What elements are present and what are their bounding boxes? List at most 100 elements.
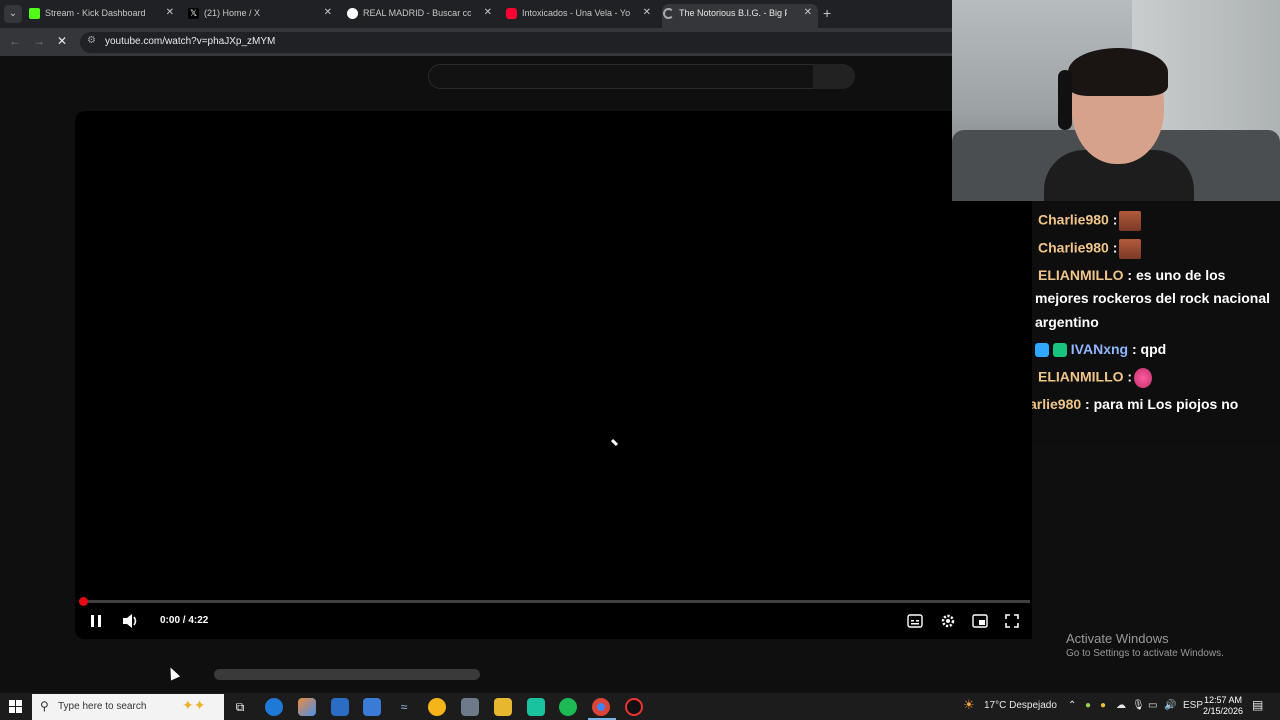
subtitles-icon[interactable] [907,614,923,628]
new-tab-button[interactable]: + [823,4,831,22]
taskbar-search-placeholder: Type here to search [58,701,147,712]
outlook-icon[interactable] [331,698,349,716]
edge-icon[interactable] [265,698,283,716]
microphone-icon[interactable]: 🎙 [1132,700,1145,711]
horizontal-scrollbar-thumb[interactable] [214,669,480,680]
chat-username: ELIANMILLO [1038,267,1124,283]
progress-bar[interactable] [82,600,1030,603]
forward-arrow-icon[interactable]: → [33,34,45,48]
chat-separator: : [1123,267,1133,283]
cube-badge-icon [1035,343,1049,358]
tab-title: REAL MADRID - Buscar con Go [363,8,471,18]
video-player[interactable] [75,111,1032,639]
clock-date: 2/15/2026 [1203,706,1244,716]
onedrive-icon[interactable]: ☁ [1116,700,1126,711]
tab-close-icon[interactable]: ✕ [324,4,332,22]
volume-icon[interactable] [122,613,140,629]
chrome-icon[interactable] [592,698,610,716]
address-bar[interactable]: ⚙ youtube.com/watch?v=phaJXp_zMYM [80,32,952,53]
tab-title: Stream - Kick Dashboard [45,8,146,18]
chrome-canary-icon[interactable] [428,698,446,716]
search-highlight-icon: ✦✦ [182,697,206,713]
chat-text: argentino [1035,314,1099,330]
tab-close-icon[interactable]: ✕ [484,4,492,22]
language-indicator[interactable]: ESP [1183,700,1203,711]
streaming-app-icon[interactable] [625,698,643,716]
tab-close-icon[interactable]: ✕ [643,4,651,22]
windows-taskbar: ⚲ Type here to search ✦✦ ⧉ ≈ ☀ 17°C Desp… [0,693,1280,720]
youtube-search-input[interactable] [428,64,814,89]
chat-separator: : [1081,396,1090,412]
theater-mode-icon[interactable] [972,614,988,628]
file-explorer-icon[interactable] [494,698,512,716]
tab-close-icon[interactable]: ✕ [166,4,174,22]
youtube-icon [506,8,517,19]
stream-chat-overlay: Charlie980 : Charlie980 : ELIANMILLO : e… [1032,201,1280,445]
chat-message: ELIANMILLO : [1038,368,1280,388]
site-info-icon[interactable]: ⚙ [87,35,96,46]
browser-toolbar: ← → ✕ ⚙ youtube.com/watch?v=phaJXp_zMYM [0,28,952,56]
copilot-icon[interactable] [298,698,316,716]
nvidia-icon[interactable]: ● [1085,700,1091,711]
notepad-icon[interactable] [461,698,479,716]
weather-text[interactable]: 17°C Despejado [984,700,1057,711]
clock-time: 12:57 AM [1204,695,1243,705]
chat-username: ELIANMILLO [1038,368,1124,385]
chat-text: mejores rockeros del rock nacional [1035,290,1270,306]
fullscreen-icon[interactable] [1005,614,1019,628]
tab-title: (21) Home / X [204,8,261,18]
tab-search-button[interactable]: ⌄ [4,5,22,23]
pycharm-icon[interactable] [527,698,545,716]
windows-start-icon[interactable] [9,700,22,713]
loading-icon [663,8,674,19]
grid-badge-icon [1052,343,1067,358]
network-icon[interactable]: ▭ [1148,700,1157,711]
chat-text: es uno de los [1132,267,1226,283]
chat-separator: : [1108,239,1118,256]
chat-text: qpd [1136,341,1167,357]
tab-kick-dashboard[interactable]: Stream - Kick Dashboard ✕ [28,4,180,28]
stop-loading-icon[interactable]: ✕ [57,34,67,48]
headset-icon [1058,70,1072,130]
obs-studio-icon[interactable]: ≈ [395,698,413,716]
progress-scrubber[interactable] [79,597,88,606]
tab-close-icon[interactable]: ✕ [804,4,812,22]
tab-google-search[interactable]: REAL MADRID - Buscar con Go ✕ [346,4,498,28]
x-icon: 𝕏 [188,8,199,19]
activate-windows-watermark: Activate Windows Go to Settings to activ… [1066,631,1224,659]
notifications-icon[interactable]: ▤ [1252,698,1263,712]
tray-app-icon[interactable]: ● [1100,700,1106,711]
chat-message: arlie980 : para mi Los piojos no [1032,396,1277,412]
heart-emote-icon [1134,368,1153,388]
taskbar-search-box[interactable]: ⚲ Type here to search ✦✦ [32,694,224,720]
back-arrow-icon[interactable]: ← [9,34,21,48]
tab-title: The Notorious B.I.G. - Big Popp [679,8,787,18]
tab-youtube-intoxicados[interactable]: Intoxicados - Una Vela - YouTu ✕ [505,4,657,28]
youtube-search-button[interactable] [813,64,855,89]
chat-username: Charlie980 [1038,239,1109,256]
task-view-icon[interactable]: ⧉ [231,698,249,716]
chat-separator: : [1108,211,1118,228]
search-icon: ⚲ [40,699,49,713]
webcam-overlay [952,0,1280,201]
chat-message: IVANxng : qpd [1035,341,1280,358]
weather-icon[interactable]: ☀ [963,697,975,713]
watermark-subtitle: Go to Settings to activate Windows. [1066,648,1224,659]
pause-icon[interactable] [90,614,102,628]
tab-youtube-big-poppa[interactable]: The Notorious B.I.G. - Big Popp ✕ [662,4,818,28]
chat-username: arlie980 [1032,396,1082,412]
webcam-streamer-hair [1068,48,1168,96]
tab-x-home[interactable]: 𝕏 (21) Home / X ✕ [187,4,338,28]
spotify-icon[interactable] [559,698,577,716]
show-hidden-icons-chevron-icon[interactable]: ⌃ [1068,700,1076,711]
chat-message-continued: mejores rockeros del rock nacional [1035,290,1280,306]
chat-separator: : [1123,368,1133,385]
volume-tray-icon[interactable]: 🔊 [1164,700,1176,711]
chat-message: Charlie980 : [1038,211,1280,231]
chat-username: IVANxng [1070,341,1129,357]
chat-message: ELIANMILLO : es uno de los [1038,267,1280,283]
watermark-title: Activate Windows [1066,631,1169,646]
store-icon[interactable] [363,698,381,716]
taskbar-clock[interactable]: 12:57 AM 2/15/2026 [1203,695,1243,717]
settings-gear-icon[interactable] [940,613,956,629]
